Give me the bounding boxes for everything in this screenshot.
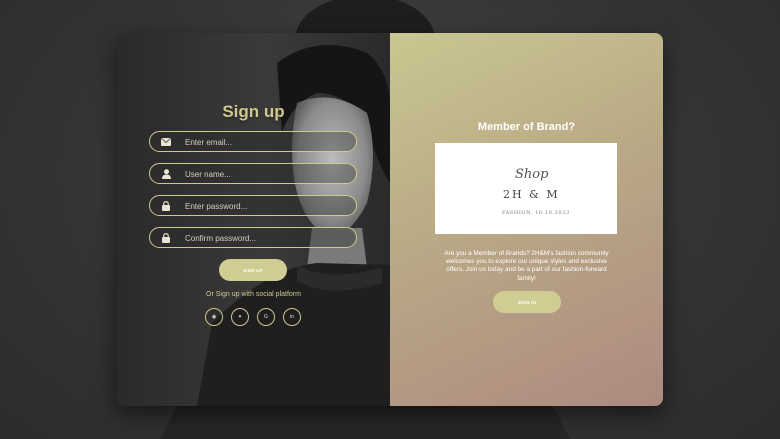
linkedin-icon[interactable]: in [283, 308, 301, 326]
lock-icon [160, 232, 172, 244]
username-input[interactable] [183, 166, 355, 183]
username-field[interactable] [149, 163, 357, 184]
sign-up-button[interactable]: SIGN UP [219, 259, 287, 281]
model-photo [117, 33, 390, 406]
google-icon[interactable]: G [257, 308, 275, 326]
member-panel: Member of Brand? Shop 2H & M FASHION. 16… [390, 33, 663, 406]
member-description: Are you a Member of Brands? 2H&M's fashi… [444, 250, 609, 282]
email-input[interactable] [183, 134, 355, 151]
confirm-password-input[interactable] [183, 230, 355, 247]
shop-banner: Shop 2H & M FASHION. 16.10.2023 [435, 143, 617, 234]
twitter-icon[interactable]: ✦ [231, 308, 249, 326]
auth-card: Sign up SIGN UP Or Sign up [117, 33, 663, 406]
shop-script-text: Shop [515, 167, 549, 182]
password-input[interactable] [183, 198, 355, 215]
envelope-icon [160, 136, 172, 148]
sign-in-button[interactable]: SIGN IN [493, 291, 561, 313]
shop-date-text: FASHION. 16.10.2023 [502, 210, 570, 216]
member-title: Member of Brand? [477, 121, 576, 133]
confirm-password-field[interactable] [149, 227, 357, 248]
signup-title: Sign up [222, 102, 285, 121]
social-signup-text: Or Sign up with social platform [206, 291, 301, 298]
github-icon[interactable]: ◉ [205, 308, 223, 326]
signup-panel: Sign up SIGN UP Or Sign up [117, 33, 390, 406]
password-field[interactable] [149, 195, 357, 216]
shop-brand-text: 2H & M [503, 188, 560, 201]
lock-icon [160, 200, 172, 212]
user-icon [160, 168, 172, 180]
email-field[interactable] [149, 131, 357, 152]
